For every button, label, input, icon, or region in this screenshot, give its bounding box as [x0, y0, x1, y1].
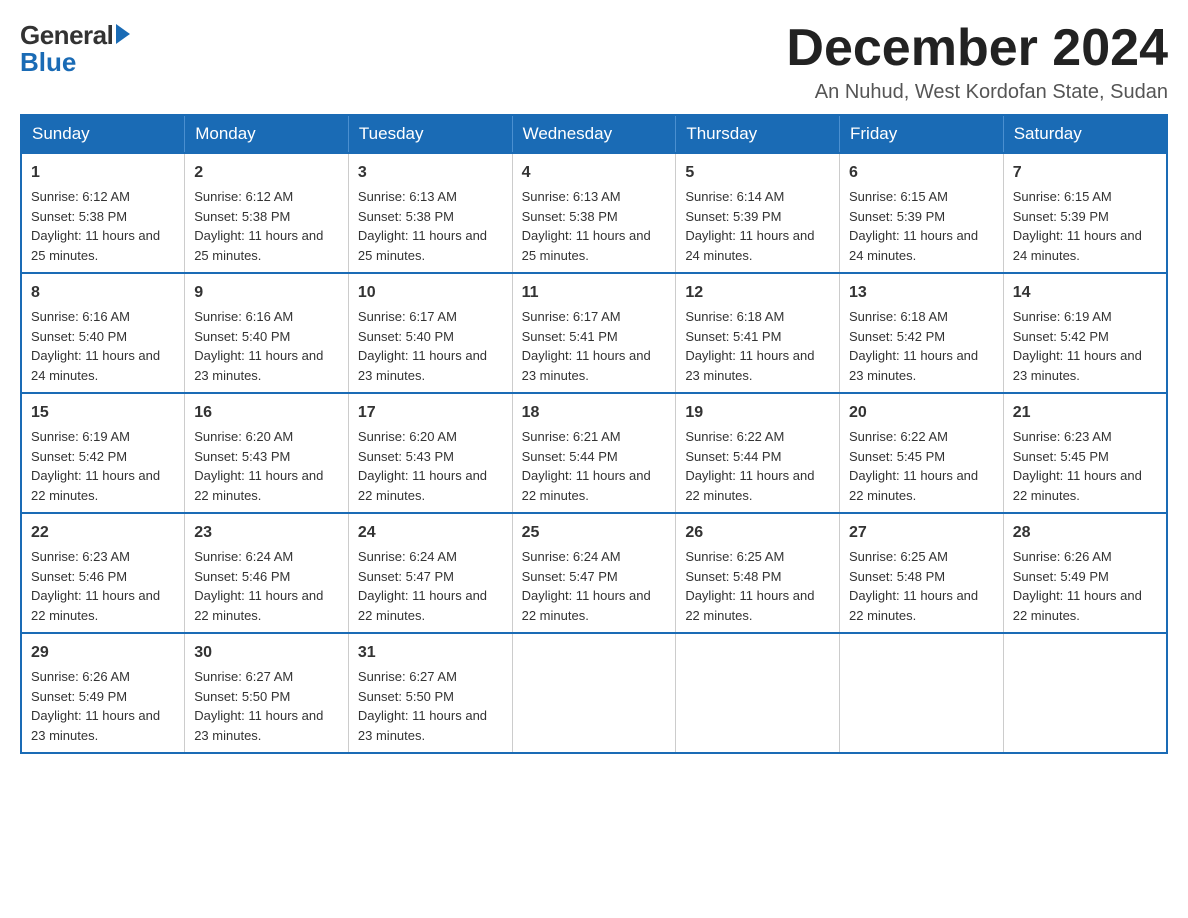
calendar-cell: 1Sunrise: 6:12 AMSunset: 5:38 PMDaylight… — [21, 153, 185, 273]
calendar-cell: 29Sunrise: 6:26 AMSunset: 5:49 PMDayligh… — [21, 633, 185, 753]
calendar-cell: 3Sunrise: 6:13 AMSunset: 5:38 PMDaylight… — [348, 153, 512, 273]
logo-arrow-icon — [116, 24, 130, 44]
calendar-cell: 26Sunrise: 6:25 AMSunset: 5:48 PMDayligh… — [676, 513, 840, 633]
calendar-cell — [512, 633, 676, 753]
header-tuesday: Tuesday — [348, 115, 512, 153]
week-row-2: 8Sunrise: 6:16 AMSunset: 5:40 PMDaylight… — [21, 273, 1167, 393]
day-number: 1 — [31, 161, 175, 185]
day-number: 18 — [522, 401, 667, 425]
calendar-cell: 18Sunrise: 6:21 AMSunset: 5:44 PMDayligh… — [512, 393, 676, 513]
month-title: December 2024 — [786, 20, 1168, 77]
day-number: 8 — [31, 281, 175, 305]
calendar-cell: 8Sunrise: 6:16 AMSunset: 5:40 PMDaylight… — [21, 273, 185, 393]
day-number: 25 — [522, 521, 667, 545]
header-sunday: Sunday — [21, 115, 185, 153]
day-number: 23 — [194, 521, 339, 545]
calendar-cell: 23Sunrise: 6:24 AMSunset: 5:46 PMDayligh… — [185, 513, 349, 633]
day-number: 22 — [31, 521, 175, 545]
page-header: General Blue December 2024 An Nuhud, Wes… — [20, 20, 1168, 104]
calendar-cell: 31Sunrise: 6:27 AMSunset: 5:50 PMDayligh… — [348, 633, 512, 753]
week-row-3: 15Sunrise: 6:19 AMSunset: 5:42 PMDayligh… — [21, 393, 1167, 513]
calendar-header-row: SundayMondayTuesdayWednesdayThursdayFrid… — [21, 115, 1167, 153]
calendar-cell — [676, 633, 840, 753]
calendar-cell — [840, 633, 1004, 753]
calendar-cell: 5Sunrise: 6:14 AMSunset: 5:39 PMDaylight… — [676, 153, 840, 273]
day-number: 2 — [194, 161, 339, 185]
calendar-cell: 24Sunrise: 6:24 AMSunset: 5:47 PMDayligh… — [348, 513, 512, 633]
day-number: 24 — [358, 521, 503, 545]
calendar-cell: 16Sunrise: 6:20 AMSunset: 5:43 PMDayligh… — [185, 393, 349, 513]
logo: General Blue — [20, 20, 130, 78]
calendar-cell: 17Sunrise: 6:20 AMSunset: 5:43 PMDayligh… — [348, 393, 512, 513]
calendar-cell: 13Sunrise: 6:18 AMSunset: 5:42 PMDayligh… — [840, 273, 1004, 393]
calendar-table: SundayMondayTuesdayWednesdayThursdayFrid… — [20, 114, 1168, 754]
day-number: 11 — [522, 281, 667, 305]
header-friday: Friday — [840, 115, 1004, 153]
calendar-cell: 19Sunrise: 6:22 AMSunset: 5:44 PMDayligh… — [676, 393, 840, 513]
calendar-cell: 10Sunrise: 6:17 AMSunset: 5:40 PMDayligh… — [348, 273, 512, 393]
calendar-cell: 9Sunrise: 6:16 AMSunset: 5:40 PMDaylight… — [185, 273, 349, 393]
calendar-cell: 20Sunrise: 6:22 AMSunset: 5:45 PMDayligh… — [840, 393, 1004, 513]
calendar-cell: 22Sunrise: 6:23 AMSunset: 5:46 PMDayligh… — [21, 513, 185, 633]
day-number: 19 — [685, 401, 830, 425]
week-row-5: 29Sunrise: 6:26 AMSunset: 5:49 PMDayligh… — [21, 633, 1167, 753]
day-number: 27 — [849, 521, 994, 545]
calendar-cell: 27Sunrise: 6:25 AMSunset: 5:48 PMDayligh… — [840, 513, 1004, 633]
day-number: 16 — [194, 401, 339, 425]
calendar-cell — [1003, 633, 1167, 753]
week-row-4: 22Sunrise: 6:23 AMSunset: 5:46 PMDayligh… — [21, 513, 1167, 633]
calendar-cell: 30Sunrise: 6:27 AMSunset: 5:50 PMDayligh… — [185, 633, 349, 753]
calendar-cell: 4Sunrise: 6:13 AMSunset: 5:38 PMDaylight… — [512, 153, 676, 273]
header-thursday: Thursday — [676, 115, 840, 153]
calendar-cell: 6Sunrise: 6:15 AMSunset: 5:39 PMDaylight… — [840, 153, 1004, 273]
day-number: 13 — [849, 281, 994, 305]
day-number: 14 — [1013, 281, 1157, 305]
day-number: 6 — [849, 161, 994, 185]
header-saturday: Saturday — [1003, 115, 1167, 153]
week-row-1: 1Sunrise: 6:12 AMSunset: 5:38 PMDaylight… — [21, 153, 1167, 273]
location-text: An Nuhud, West Kordofan State, Sudan — [786, 81, 1168, 104]
calendar-cell: 14Sunrise: 6:19 AMSunset: 5:42 PMDayligh… — [1003, 273, 1167, 393]
day-number: 17 — [358, 401, 503, 425]
day-number: 12 — [685, 281, 830, 305]
logo-blue-text: Blue — [20, 47, 76, 78]
calendar-cell: 15Sunrise: 6:19 AMSunset: 5:42 PMDayligh… — [21, 393, 185, 513]
calendar-cell: 7Sunrise: 6:15 AMSunset: 5:39 PMDaylight… — [1003, 153, 1167, 273]
day-number: 4 — [522, 161, 667, 185]
day-number: 9 — [194, 281, 339, 305]
calendar-cell: 2Sunrise: 6:12 AMSunset: 5:38 PMDaylight… — [185, 153, 349, 273]
title-block: December 2024 An Nuhud, West Kordofan St… — [786, 20, 1168, 104]
calendar-cell: 25Sunrise: 6:24 AMSunset: 5:47 PMDayligh… — [512, 513, 676, 633]
calendar-cell: 28Sunrise: 6:26 AMSunset: 5:49 PMDayligh… — [1003, 513, 1167, 633]
header-monday: Monday — [185, 115, 349, 153]
calendar-cell: 21Sunrise: 6:23 AMSunset: 5:45 PMDayligh… — [1003, 393, 1167, 513]
calendar-cell: 12Sunrise: 6:18 AMSunset: 5:41 PMDayligh… — [676, 273, 840, 393]
day-number: 30 — [194, 641, 339, 665]
day-number: 28 — [1013, 521, 1157, 545]
header-wednesday: Wednesday — [512, 115, 676, 153]
day-number: 29 — [31, 641, 175, 665]
day-number: 15 — [31, 401, 175, 425]
day-number: 20 — [849, 401, 994, 425]
day-number: 7 — [1013, 161, 1157, 185]
calendar-cell: 11Sunrise: 6:17 AMSunset: 5:41 PMDayligh… — [512, 273, 676, 393]
day-number: 21 — [1013, 401, 1157, 425]
day-number: 10 — [358, 281, 503, 305]
day-number: 26 — [685, 521, 830, 545]
day-number: 3 — [358, 161, 503, 185]
day-number: 5 — [685, 161, 830, 185]
day-number: 31 — [358, 641, 503, 665]
